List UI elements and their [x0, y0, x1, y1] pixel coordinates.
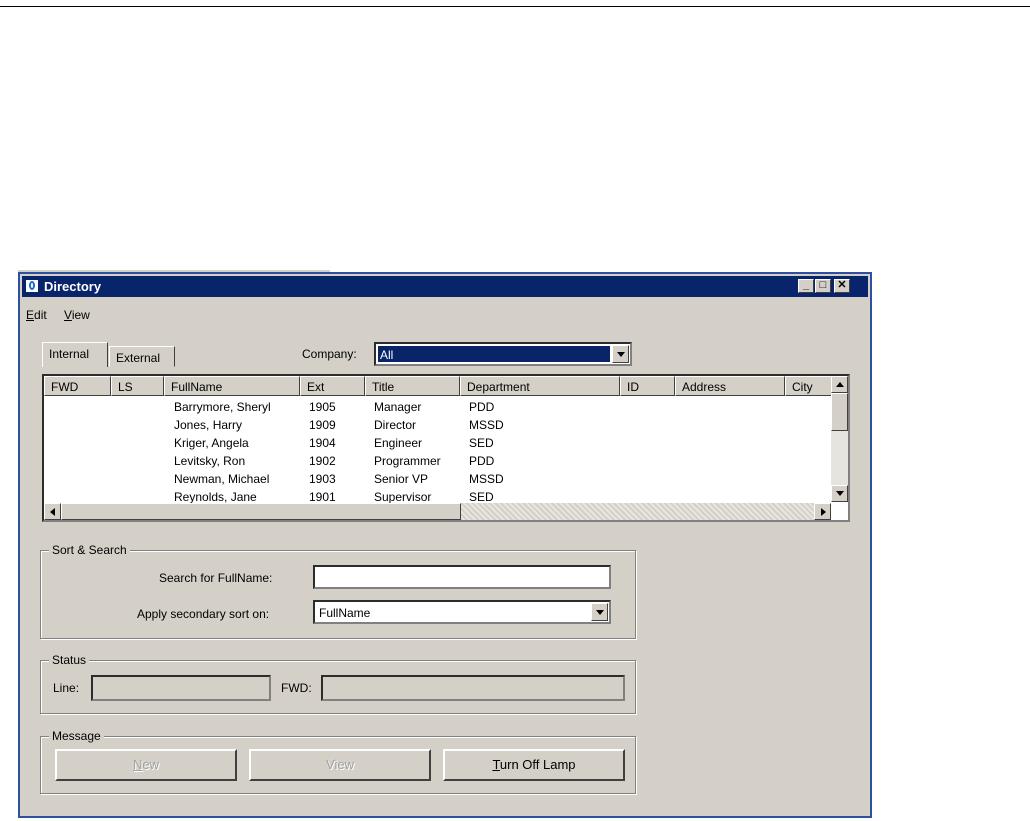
cell-ext: 1903	[309, 472, 336, 486]
cell-ext: 1901	[309, 490, 336, 504]
secondary-sort-select[interactable]: FullName	[313, 600, 611, 624]
cell-ext: 1905	[309, 400, 336, 414]
search-input[interactable]	[313, 565, 611, 589]
col-header-department[interactable]: Department	[460, 376, 620, 396]
scroll-down-icon[interactable]	[831, 485, 848, 502]
tab-internal[interactable]: Internal	[42, 342, 108, 367]
cell-department: MSSD	[469, 418, 504, 432]
cell-ext: 1909	[309, 418, 336, 432]
col-header-address[interactable]: Address	[675, 376, 785, 396]
cell-title: Director	[374, 418, 417, 432]
col-header-title[interactable]: Title	[365, 376, 460, 396]
view-button[interactable]: View	[249, 749, 431, 781]
col-header-id[interactable]: ID	[620, 376, 675, 396]
cell-title: Engineer	[374, 436, 423, 450]
col-header-city[interactable]: City	[785, 376, 835, 396]
horizontal-scroll-thumb[interactable]	[61, 503, 461, 520]
chevron-down-icon[interactable]	[612, 345, 629, 363]
fwd-field	[321, 675, 625, 701]
sort-search-group: Sort & Search Search for FullName: Apply…	[40, 543, 636, 639]
sort-search-legend: Sort & Search	[49, 543, 130, 557]
cell-department: MSSD	[469, 472, 504, 486]
col-header-ls[interactable]: LS	[111, 376, 164, 396]
menu-view[interactable]: View	[64, 308, 90, 322]
menu-edit[interactable]: Edit	[26, 308, 47, 322]
app-icon[interactable]	[25, 279, 39, 293]
close-button[interactable]: ✕	[834, 279, 850, 293]
company-label: Company:	[302, 347, 357, 361]
title-bar[interactable]: Directory _ □ ✕	[22, 276, 868, 297]
vertical-scroll-thumb[interactable]	[831, 393, 848, 431]
new-button[interactable]: New	[55, 749, 237, 781]
status-group: Status Line: FWD:	[40, 653, 636, 714]
scroll-left-icon[interactable]	[44, 503, 61, 520]
col-header-ext[interactable]: Ext	[300, 376, 365, 396]
cell-fullname: Jones, Harry	[174, 418, 243, 432]
cell-fullname: Reynolds, Jane	[174, 490, 257, 504]
horizontal-scrollbar[interactable]	[44, 503, 831, 520]
turn-off-lamp-button[interactable]: Turn Off Lamp	[443, 749, 625, 781]
cell-fullname: Newman, Michael	[174, 472, 270, 486]
vertical-scrollbar[interactable]	[831, 376, 848, 502]
scroll-up-icon[interactable]	[831, 376, 848, 393]
chevron-down-icon[interactable]	[591, 603, 608, 621]
cell-fullname: Barrymore, Sheryl	[174, 400, 271, 414]
company-select[interactable]: All	[374, 342, 632, 366]
cell-ext: 1902	[309, 454, 336, 468]
cell-title: Supervisor	[374, 490, 432, 504]
directory-grid[interactable]: FWD LS FullName Ext Title Department ID …	[42, 374, 850, 522]
cell-department: PDD	[469, 400, 495, 414]
message-group: Message New View Turn Off Lamp	[40, 729, 636, 794]
secondary-sort-value: FullName	[319, 606, 371, 620]
cell-department: PDD	[469, 454, 495, 468]
minimize-button[interactable]: _	[798, 279, 814, 293]
maximize-button[interactable]: □	[815, 279, 831, 293]
search-label: Search for FullName:	[159, 571, 273, 585]
cell-title: Manager	[374, 400, 422, 414]
message-legend: Message	[49, 729, 104, 743]
line-label: Line:	[53, 681, 80, 695]
tab-external[interactable]: External	[109, 346, 175, 367]
cell-title: Senior VP	[374, 472, 429, 486]
cell-department: SED	[469, 490, 494, 504]
menu-bar: Edit View	[26, 308, 104, 322]
cell-department: SED	[469, 436, 494, 450]
directory-window: Directory _ □ ✕ Edit View Internal Exter…	[18, 272, 872, 818]
line-field	[91, 675, 271, 701]
fwd-label: FWD:	[281, 681, 312, 695]
company-select-value: All	[378, 346, 610, 362]
status-legend: Status	[49, 653, 90, 667]
cell-title: Programmer	[374, 454, 441, 468]
window-title: Directory	[44, 279, 102, 294]
top-divider-line	[0, 6, 1030, 7]
secondary-sort-label: Apply secondary sort on:	[137, 607, 270, 621]
col-header-fwd[interactable]: FWD	[44, 376, 111, 396]
cell-fullname: Levitsky, Ron	[174, 454, 246, 468]
scroll-right-icon[interactable]	[814, 503, 831, 520]
cell-fullname: Kriger, Angela	[174, 436, 249, 450]
cell-ext: 1904	[309, 436, 336, 450]
col-header-fullname[interactable]: FullName	[164, 376, 300, 396]
